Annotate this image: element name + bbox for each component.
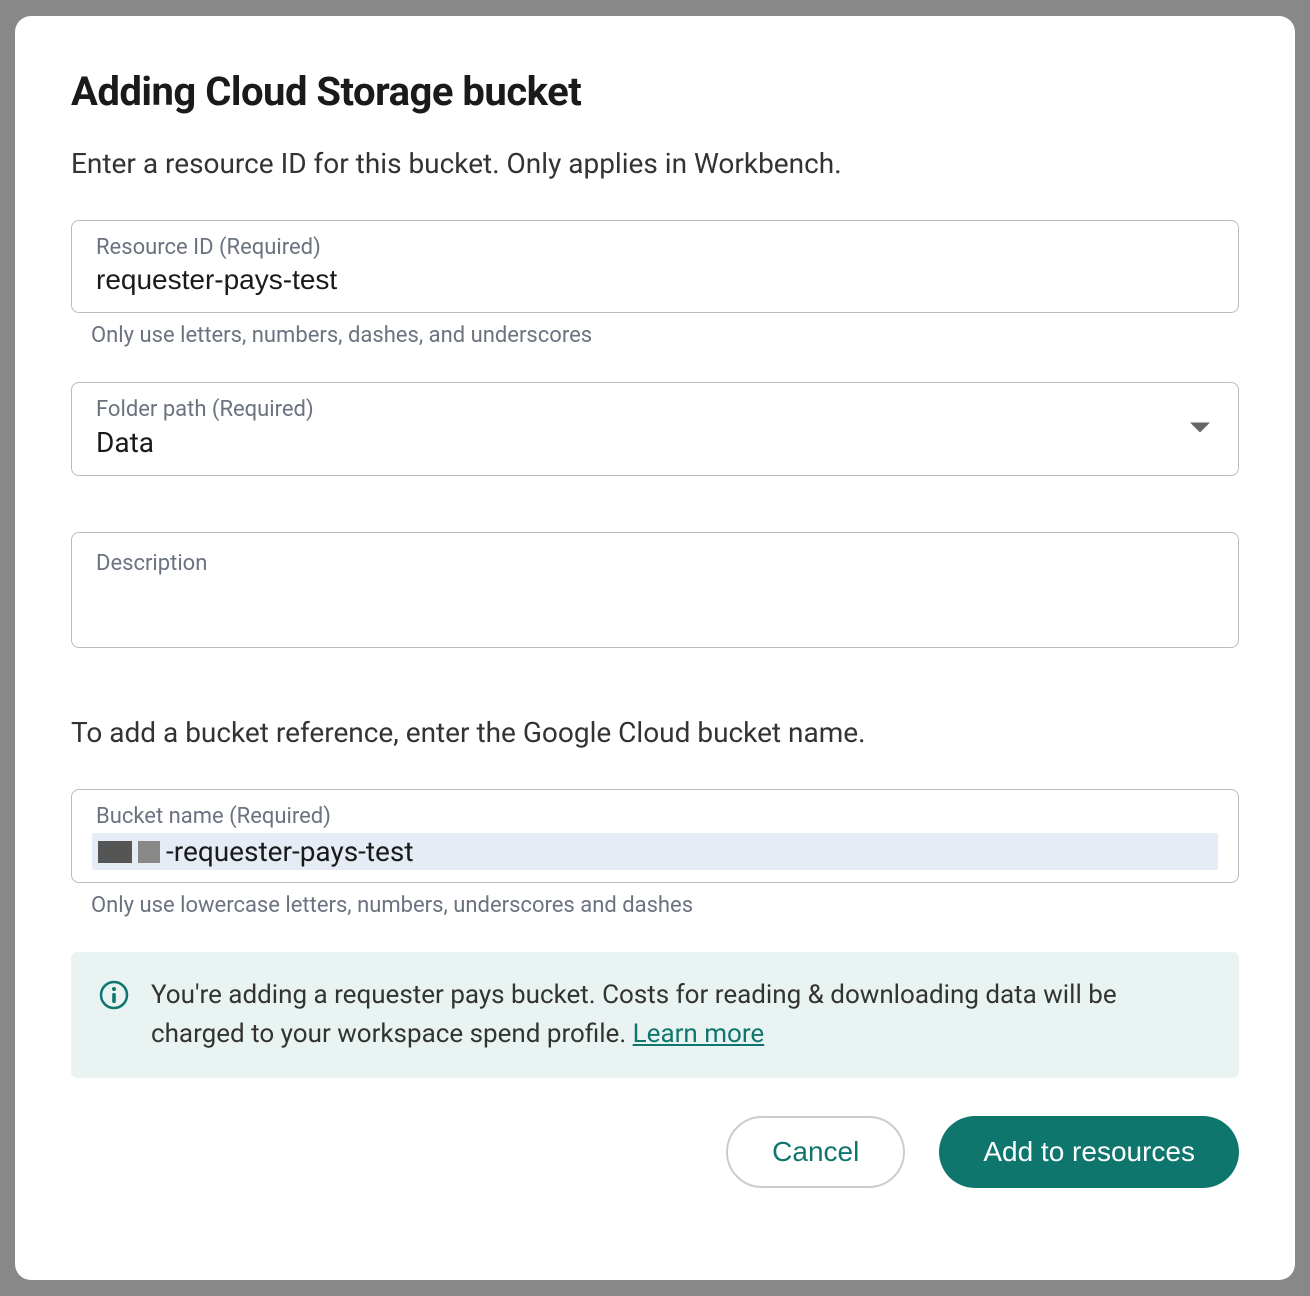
resource-id-field[interactable]: Resource ID (Required) (71, 220, 1239, 313)
bucket-name-suffix: -requester-pays-test (166, 835, 414, 868)
modal-subtitle: Enter a resource ID for this bucket. Onl… (71, 147, 1239, 180)
info-banner-text: You're adding a requester pays bucket. C… (151, 976, 1211, 1054)
redacted-block (138, 841, 160, 863)
bucket-section-intro: To add a bucket reference, enter the Goo… (71, 716, 1239, 749)
redacted-block (98, 841, 132, 863)
info-banner: You're adding a requester pays bucket. C… (71, 952, 1239, 1078)
resource-id-input[interactable] (96, 264, 1214, 296)
bucket-name-helper: Only use lowercase letters, numbers, und… (91, 893, 1239, 918)
learn-more-link[interactable]: Learn more (633, 1019, 765, 1049)
add-bucket-modal: Adding Cloud Storage bucket Enter a reso… (15, 16, 1295, 1280)
button-row: Cancel Add to resources (71, 1116, 1239, 1188)
description-field[interactable]: Description (71, 532, 1239, 648)
modal-title: Adding Cloud Storage bucket (71, 68, 1239, 115)
info-icon (99, 980, 129, 1014)
bucket-name-label: Bucket name (Required) (96, 804, 1214, 829)
chevron-down-icon (1190, 420, 1210, 439)
cancel-button[interactable]: Cancel (726, 1116, 905, 1188)
folder-path-select[interactable]: Folder path (Required) Data (71, 382, 1239, 476)
folder-path-value: Data (96, 426, 1214, 459)
resource-id-helper: Only use letters, numbers, dashes, and u… (91, 323, 1239, 348)
bucket-name-value-row: -requester-pays-test (92, 833, 1218, 870)
bucket-name-field[interactable]: Bucket name (Required) -requester-pays-t… (71, 789, 1239, 883)
add-to-resources-button[interactable]: Add to resources (939, 1116, 1239, 1188)
resource-id-label: Resource ID (Required) (96, 235, 1214, 260)
description-label: Description (96, 551, 1214, 576)
folder-path-label: Folder path (Required) (96, 397, 1214, 422)
